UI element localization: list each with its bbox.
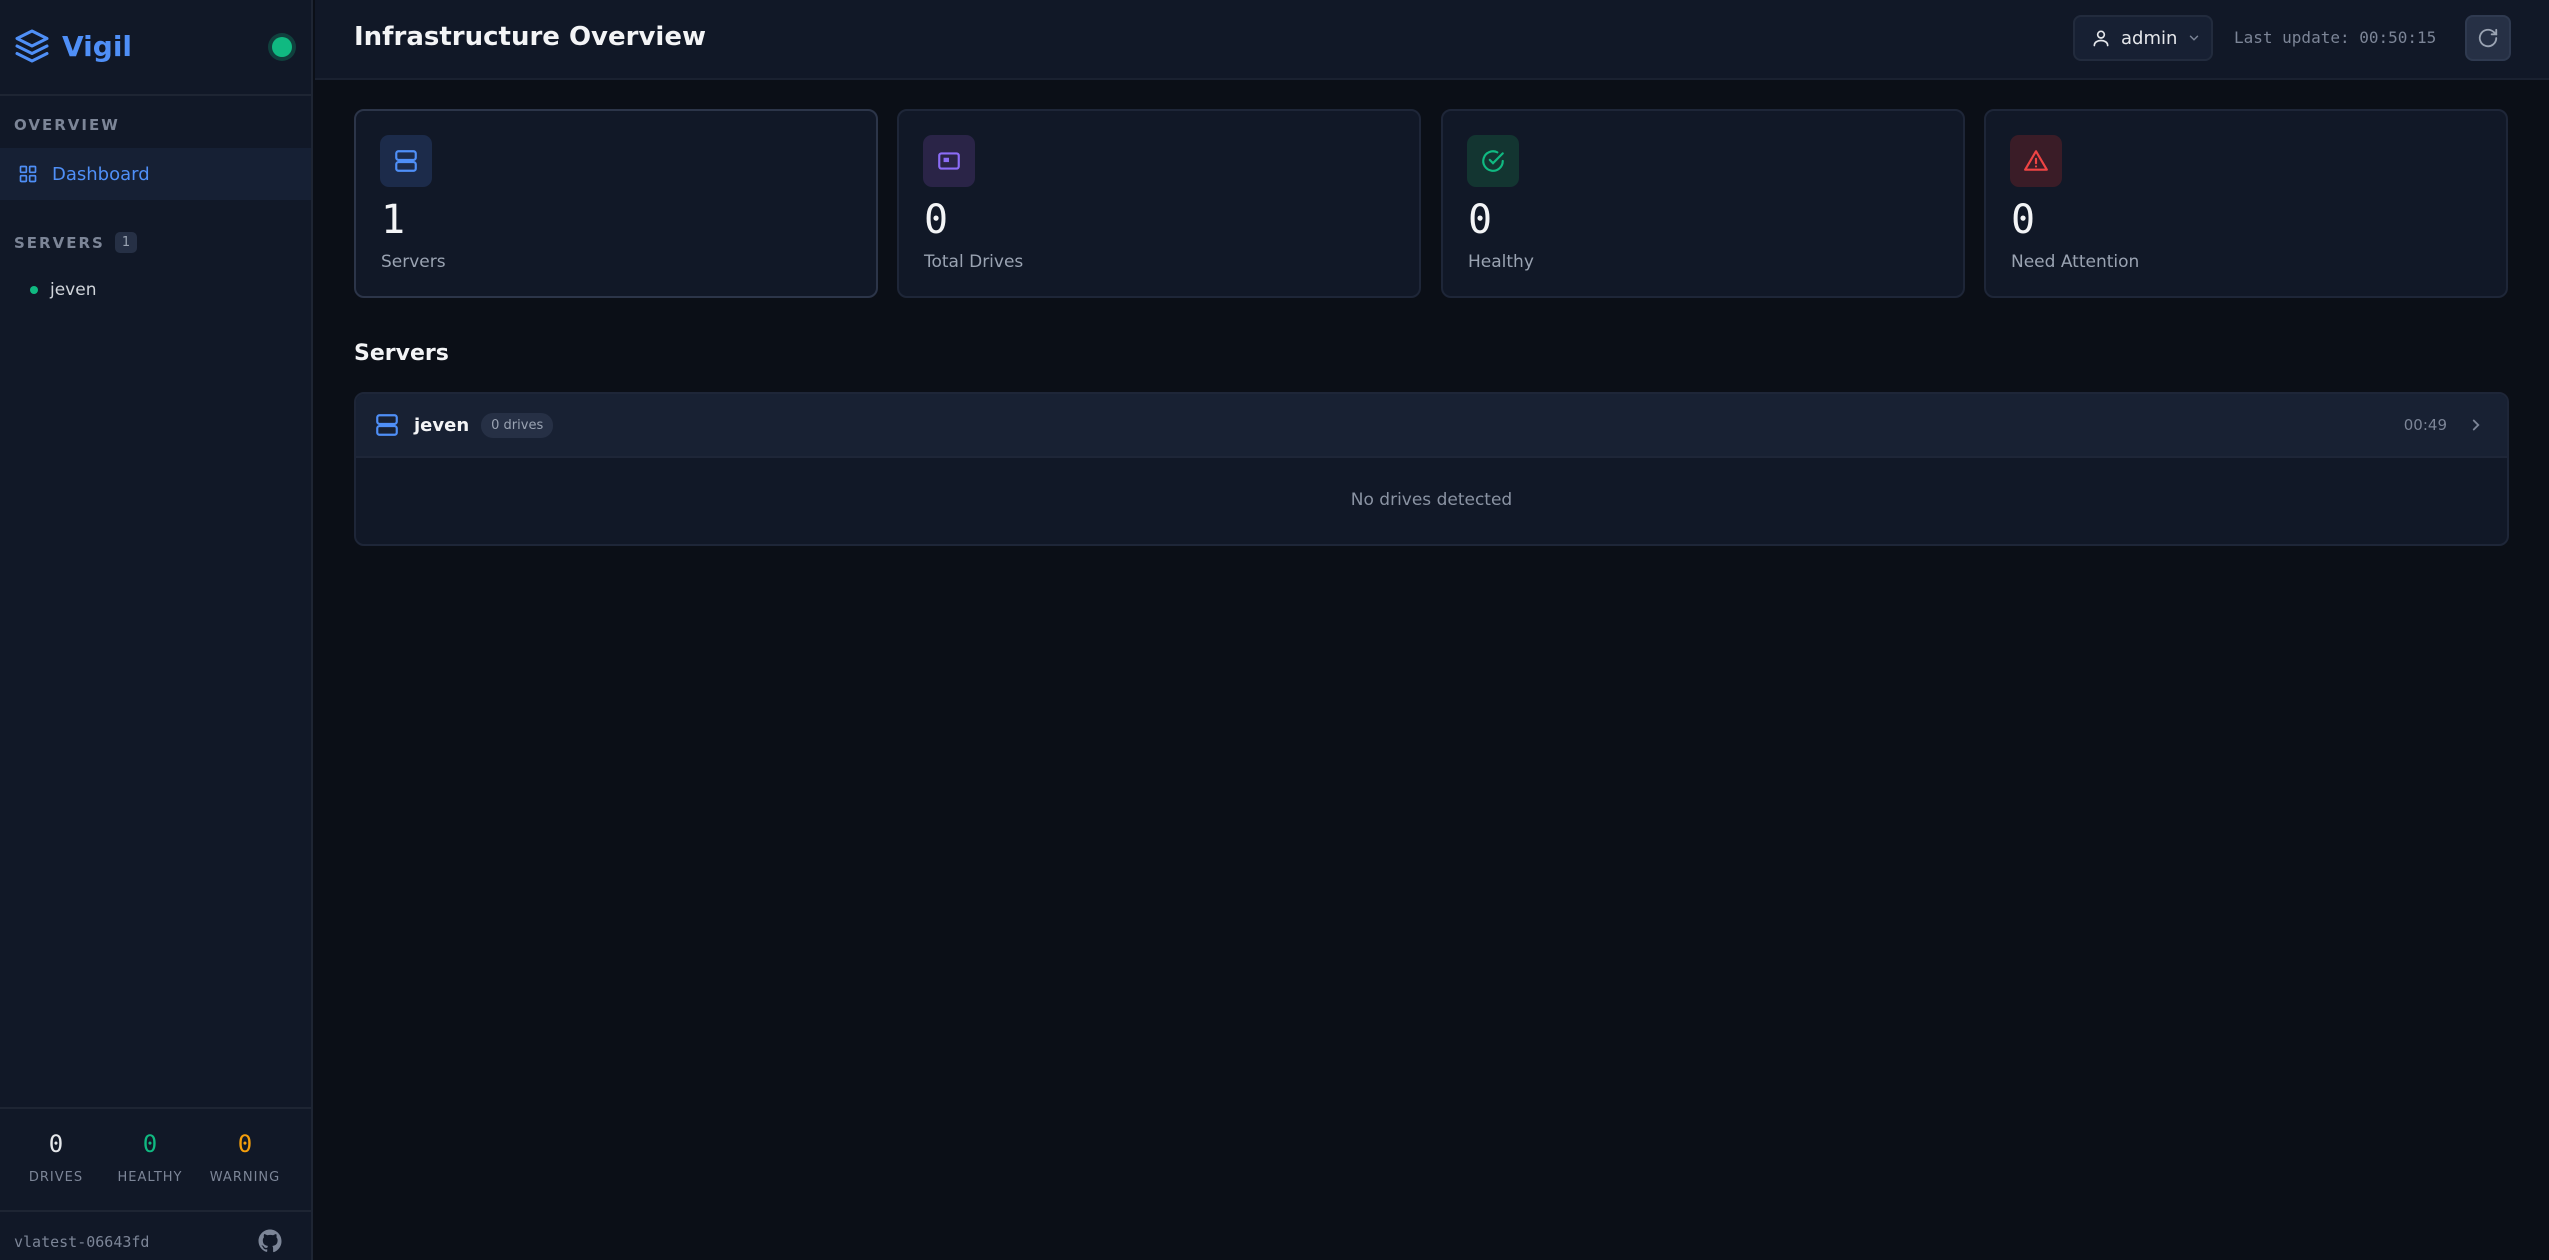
divider bbox=[0, 94, 313, 96]
warning-icon bbox=[2024, 150, 2048, 171]
stat-value: 0 bbox=[237, 1130, 253, 1158]
server-header[interactable]: jeven 0 drives 00:49 bbox=[356, 394, 2507, 458]
sidebar-stat-healthy: 0 HEALTHY bbox=[100, 1130, 200, 1185]
chevron-down-icon bbox=[2190, 35, 2199, 41]
stat-label: Healthy bbox=[1468, 252, 1534, 272]
top-bar: Infrastructure Overview admin Last updat… bbox=[315, 0, 2549, 80]
app-name: Vigil bbox=[62, 29, 133, 63]
servers-heading: Servers bbox=[354, 341, 449, 366]
stat-icon-box bbox=[380, 135, 432, 187]
stat-value: 0 bbox=[924, 197, 949, 243]
github-icon[interactable] bbox=[258, 1229, 282, 1253]
connection-status-dot bbox=[272, 37, 292, 57]
servers-count-badge: 1 bbox=[114, 232, 138, 253]
server-icon bbox=[395, 150, 417, 172]
stat-icon-box bbox=[1467, 135, 1519, 187]
user-name: admin bbox=[2121, 27, 2178, 49]
overview-section-label: OVERVIEW bbox=[14, 116, 120, 134]
sidebar-stats: 0 DRIVES 0 HEALTHY 0 WARNING bbox=[0, 1110, 311, 1210]
stat-card-healthy[interactable]: 0 Healthy bbox=[1441, 109, 1965, 298]
version-label: vlatest-06643fd bbox=[14, 1233, 150, 1251]
user-menu-button[interactable]: admin bbox=[2073, 15, 2213, 61]
sidebar-item-server-jeven[interactable]: jeven bbox=[30, 280, 96, 300]
last-update-text: Last update: 00:50:15 bbox=[2234, 28, 2437, 47]
stat-label: HEALTHY bbox=[117, 1170, 183, 1185]
servers-label-text: SERVERS bbox=[14, 233, 105, 252]
stat-value: 0 bbox=[142, 1130, 158, 1158]
refresh-button[interactable] bbox=[2465, 15, 2511, 61]
stat-value: 0 bbox=[48, 1130, 64, 1158]
drive-count-badge: 0 drives bbox=[481, 412, 554, 438]
drive-icon bbox=[938, 152, 960, 170]
servers-section-label: SERVERS 1 bbox=[14, 232, 138, 253]
server-icon bbox=[376, 414, 398, 436]
check-circle-icon bbox=[1482, 150, 1504, 172]
user-icon bbox=[2093, 30, 2109, 47]
server-name: jeven bbox=[414, 414, 470, 436]
stat-label: Total Drives bbox=[924, 252, 1024, 272]
server-last-seen: 00:49 bbox=[2403, 416, 2447, 434]
stat-label: WARNING bbox=[209, 1170, 281, 1185]
grid-icon bbox=[19, 165, 37, 183]
stat-label: Need Attention bbox=[2011, 252, 2140, 272]
sidebar-stat-warning: 0 WARNING bbox=[195, 1130, 295, 1185]
server-status-dot bbox=[30, 286, 38, 294]
stat-card-servers[interactable]: 1 Servers bbox=[354, 109, 878, 298]
brand-logo[interactable]: Vigil bbox=[14, 26, 132, 66]
divider bbox=[0, 1107, 313, 1109]
stat-icon-box bbox=[923, 135, 975, 187]
sidebar-item-label: Dashboard bbox=[52, 163, 150, 185]
stat-card-need-attention[interactable]: 0 Need Attention bbox=[1984, 109, 2508, 298]
stat-card-total-drives[interactable]: 0 Total Drives bbox=[897, 109, 1421, 298]
server-panel-jeven: jeven 0 drives 00:49 No drives detected bbox=[354, 392, 2509, 546]
sidebar: Vigil OVERVIEW Dashboard SERVERS 1 jeven… bbox=[0, 0, 313, 1260]
page-title: Infrastructure Overview bbox=[354, 22, 706, 52]
empty-state-text: No drives detected bbox=[1350, 490, 1513, 510]
divider bbox=[0, 1210, 313, 1212]
chevron-right-icon[interactable] bbox=[2467, 416, 2485, 434]
server-name: jeven bbox=[50, 280, 97, 300]
stat-label: DRIVES bbox=[28, 1170, 84, 1185]
stat-value: 1 bbox=[381, 197, 406, 243]
stat-label: Servers bbox=[381, 252, 446, 272]
sidebar-stat-drives: 0 DRIVES bbox=[6, 1130, 106, 1185]
stat-icon-box bbox=[2010, 135, 2062, 187]
stat-value: 0 bbox=[1468, 197, 1493, 243]
layers-icon bbox=[15, 29, 49, 63]
sidebar-item-dashboard[interactable]: Dashboard bbox=[0, 148, 311, 200]
stat-value: 0 bbox=[2011, 197, 2036, 243]
refresh-icon bbox=[2478, 28, 2498, 48]
